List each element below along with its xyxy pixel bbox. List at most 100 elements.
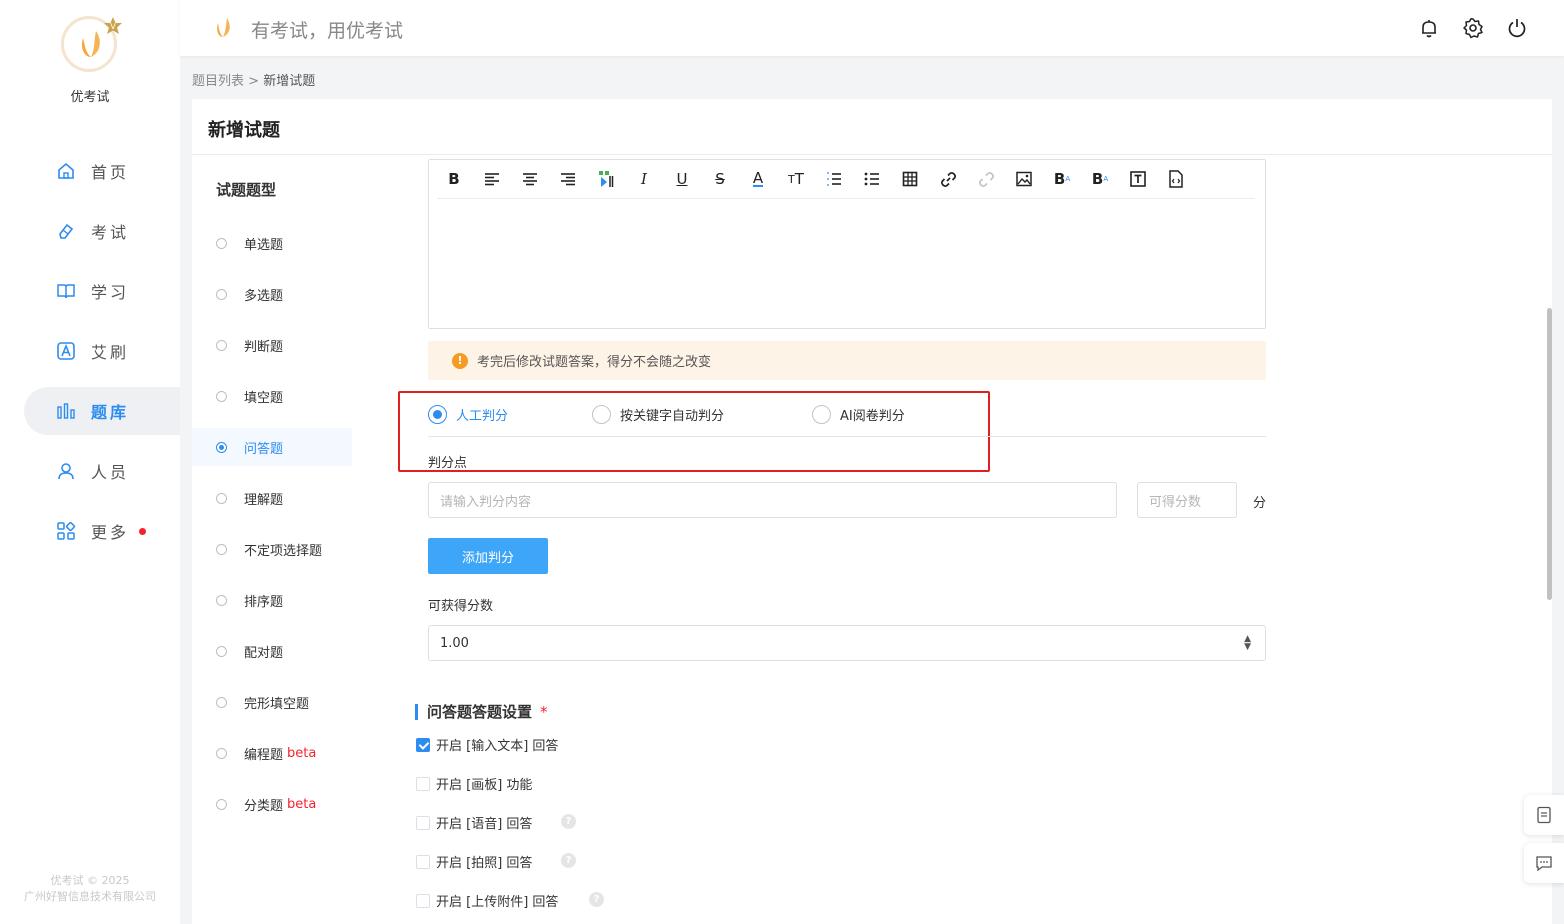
image-icon[interactable]	[1013, 168, 1035, 190]
answer-option-checkbox[interactable]: 开启 [语音] 回答	[416, 813, 532, 832]
answer-option-label: 开启 [拍照] 回答	[436, 856, 533, 871]
bold-icon[interactable]: B	[443, 168, 465, 190]
scoring-option-label: 人工判分	[456, 409, 509, 424]
nav-item-more[interactable]: 更多	[24, 507, 180, 555]
question-type-item[interactable]: 不定项选择题	[192, 530, 352, 568]
unordered-list-icon[interactable]	[861, 168, 883, 190]
scoring-option-manual[interactable]: 人工判分	[428, 405, 508, 424]
total-score-input[interactable]: 1.00 ▲ ▼	[428, 625, 1266, 661]
question-type-label: 排序题	[244, 594, 284, 610]
nav-item-question-bank[interactable]: 题库	[24, 387, 180, 435]
home-icon	[55, 160, 77, 182]
radio-icon	[216, 441, 227, 453]
radio-icon	[216, 645, 227, 657]
nav-item-people[interactable]: 人员	[24, 447, 180, 495]
answer-option-checkbox[interactable]: 开启 [拍照] 回答	[416, 852, 532, 871]
notes-button[interactable]	[1524, 795, 1564, 835]
user-icon	[55, 460, 77, 482]
rich-text-editor[interactable]: B IUSA TT BA BA	[428, 159, 1266, 329]
radio-icon	[216, 288, 227, 300]
table-icon[interactable]	[899, 168, 921, 190]
vip-badge-icon: V	[104, 17, 122, 34]
svg-text:V: V	[110, 22, 116, 31]
unlink-icon[interactable]	[975, 168, 997, 190]
number-spinner-icon[interactable]: ▲ ▼	[1244, 635, 1251, 652]
subscript-icon[interactable]: BA	[1089, 168, 1111, 190]
copyright-line1: 优考试 © 2025	[50, 874, 130, 887]
answer-option-label: 开启 [画板] 功能	[436, 778, 533, 793]
required-mark: *	[540, 702, 548, 721]
section-accent	[415, 703, 418, 720]
superscript-icon[interactable]: BA	[1051, 168, 1073, 190]
answer-option-checkbox[interactable]: 开启 [画板] 功能	[416, 774, 532, 793]
help-icon[interactable]: ?	[561, 814, 576, 829]
nav-item-study[interactable]: 学习	[24, 267, 180, 315]
copyright-line2: 广州好智信息技术有限公司	[24, 890, 156, 903]
nav-label: 题库	[91, 403, 130, 422]
editor-toolbar: B IUSA TT BA BA	[437, 160, 1255, 199]
question-type-item[interactable]: 完形填空题	[192, 683, 352, 721]
question-type-item[interactable]: 排序题	[192, 581, 352, 619]
gear-icon[interactable]	[1462, 17, 1484, 39]
help-icon[interactable]: ?	[561, 853, 576, 868]
textbox-icon[interactable]	[1127, 168, 1149, 190]
radio-icon	[216, 339, 227, 351]
align-center-icon[interactable]	[519, 168, 541, 190]
align-right-icon[interactable]	[557, 168, 579, 190]
breadcrumb-parent[interactable]: 题目列表	[192, 74, 244, 89]
add-scoring-point-button[interactable]: 添加判分	[428, 538, 548, 574]
scrollbar-thumb[interactable]	[1547, 308, 1552, 600]
breadcrumb: 题目列表 > 新增试题	[192, 70, 315, 89]
scoring-score-input[interactable]: 可得分数	[1137, 482, 1237, 518]
help-icon[interactable]: ?	[589, 892, 604, 907]
radio-icon	[216, 237, 227, 249]
question-type-item[interactable]: 理解题	[192, 479, 352, 517]
align-left-icon[interactable]	[481, 168, 503, 190]
question-type-label: 配对题	[244, 645, 284, 661]
eraser-icon	[55, 220, 77, 242]
nav-item-ai-brush[interactable]: 艾刷	[24, 327, 180, 375]
question-type-item[interactable]: 判断题	[192, 326, 352, 364]
score-unit: 分	[1253, 496, 1267, 511]
nav-label: 更多	[91, 523, 130, 542]
radio-icon	[216, 543, 227, 555]
underline-icon[interactable]: U	[671, 168, 693, 190]
question-type-item[interactable]: 多选题	[192, 275, 352, 313]
source-code-icon[interactable]	[1165, 168, 1187, 190]
chat-button[interactable]	[1524, 843, 1564, 883]
nav-label: 人员	[91, 463, 130, 482]
beta-badge: beta	[287, 796, 317, 812]
answer-option-checkbox[interactable]: 开启 [上传附件] 回答	[416, 891, 558, 910]
book-icon	[55, 280, 77, 302]
format-painter-icon[interactable]	[595, 168, 617, 190]
link-icon[interactable]	[937, 168, 959, 190]
question-type-item[interactable]: 分类题 beta	[192, 785, 352, 823]
scoring-content-input[interactable]: 请输入判分内容	[428, 482, 1117, 518]
total-score-value: 1.00	[440, 635, 469, 651]
question-type-label: 问答题	[244, 441, 284, 457]
question-type-item[interactable]: 填空题	[192, 377, 352, 415]
radio-icon	[428, 405, 447, 424]
nav-item-home[interactable]: 首页	[24, 147, 180, 195]
scoring-option-ai[interactable]: AI阅卷判分	[812, 405, 905, 424]
question-type-item[interactable]: 编程题 beta	[192, 734, 352, 772]
italic-icon[interactable]: I	[633, 168, 655, 190]
bell-icon[interactable]	[1418, 17, 1440, 39]
strikethrough-icon[interactable]: S	[709, 168, 731, 190]
beta-badge: beta	[287, 745, 317, 761]
power-icon[interactable]	[1506, 17, 1528, 39]
answer-settings-title-text: 问答题答题设置	[427, 703, 533, 721]
question-type-label: 不定项选择题	[244, 543, 323, 559]
font-color-icon[interactable]: A	[747, 168, 769, 190]
font-size-icon[interactable]: TT	[785, 168, 807, 190]
ordered-list-icon[interactable]	[823, 168, 845, 190]
answer-option-checkbox[interactable]: 开启 [输入文本] 回答	[416, 735, 558, 754]
question-type-item[interactable]: 单选题	[192, 224, 352, 262]
total-score-label: 可获得分数	[428, 599, 494, 614]
radio-icon	[216, 798, 227, 810]
scoring-option-keyword[interactable]: 按关键字自动判分	[592, 405, 724, 424]
nav-item-exam[interactable]: 考试	[24, 207, 180, 255]
question-type-item[interactable]: 配对题	[192, 632, 352, 670]
checkbox-icon	[416, 815, 430, 830]
question-type-item[interactable]: 问答题	[192, 428, 352, 466]
